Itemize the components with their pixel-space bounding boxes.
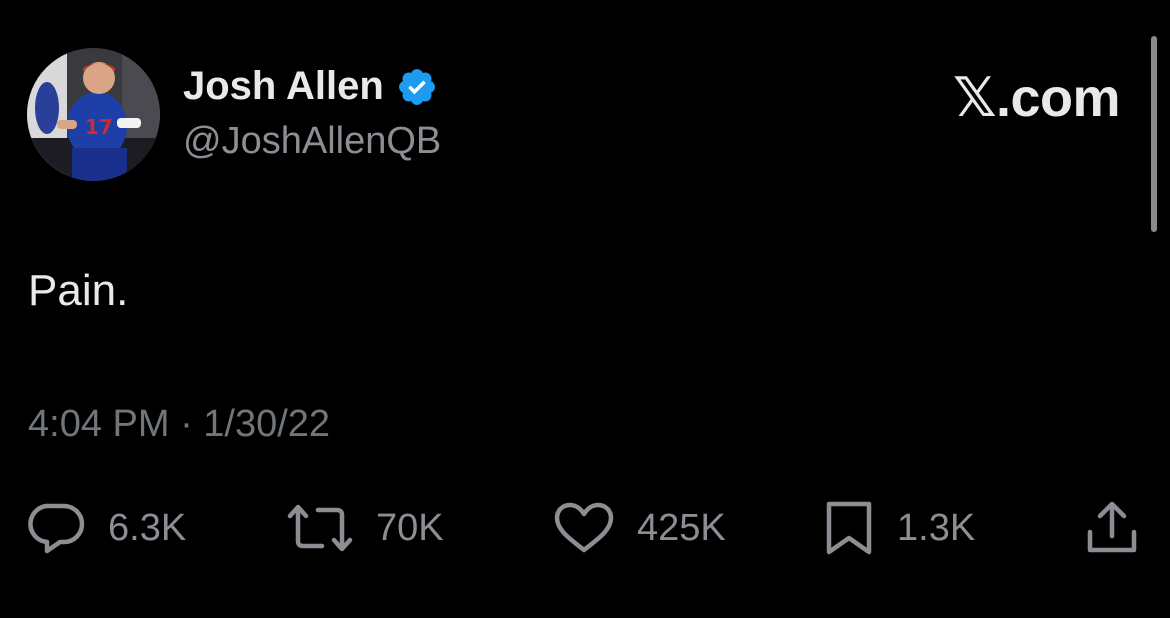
share-button[interactable]	[1084, 498, 1140, 558]
author-name-text: Josh Allen	[183, 64, 384, 108]
reply-icon	[28, 503, 85, 554]
share-icon	[1087, 501, 1137, 553]
verified-badge-icon	[396, 66, 438, 108]
tweet-text: Pain.	[28, 266, 129, 315]
heart-icon	[554, 502, 614, 553]
avatar-photo: 17	[27, 48, 160, 181]
bookmark-button[interactable]: 1.3K	[823, 498, 975, 558]
scrollbar[interactable]	[1151, 36, 1157, 232]
like-count: 425K	[637, 506, 726, 549]
reply-button[interactable]: 6.3K	[28, 498, 186, 558]
bookmark-icon	[826, 501, 872, 555]
author-display-name[interactable]: Josh Allen	[183, 64, 438, 109]
like-button[interactable]: 425K	[553, 498, 726, 558]
brand-logo: 𝕏.com	[952, 68, 1121, 128]
avatar[interactable]: 17	[27, 48, 160, 181]
repost-icon	[287, 504, 353, 552]
repost-count: 70K	[376, 506, 444, 549]
tweet-timestamp[interactable]: 4:04 PM · 1/30/22	[28, 403, 330, 446]
reply-count: 6.3K	[108, 506, 187, 549]
bookmark-count: 1.3K	[897, 506, 976, 549]
svg-text:17: 17	[85, 115, 113, 139]
author-handle[interactable]: @JoshAllenQB	[183, 120, 441, 163]
repost-button[interactable]: 70K	[286, 498, 444, 558]
